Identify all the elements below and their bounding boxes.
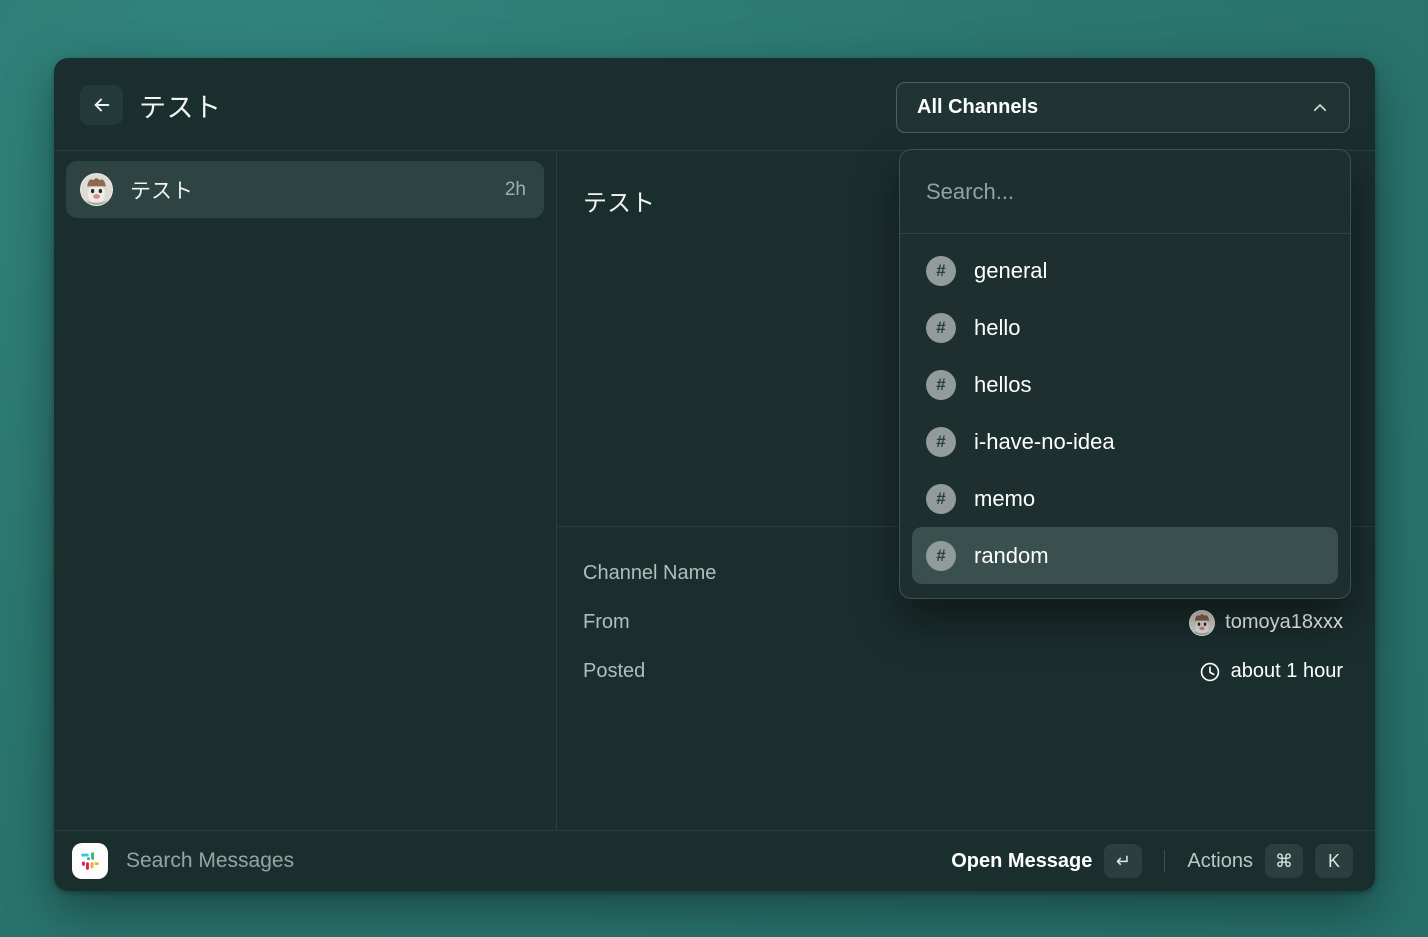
footer-hint-text: Search Messages <box>126 849 295 872</box>
metadata-value-group: tomoya18xxx <box>1189 609 1349 636</box>
channel-option-hellos[interactable]: # hellos <box>912 356 1338 413</box>
hash-icon: # <box>926 312 956 343</box>
metadata-value: about 1 hour <box>1230 660 1343 682</box>
open-message-action[interactable]: Open Message ↵ <box>951 844 1143 878</box>
slack-glyph-icon <box>81 852 99 870</box>
channel-option-random[interactable]: # random <box>912 527 1338 584</box>
k-key-badge[interactable]: K <box>1315 844 1353 878</box>
hash-icon: # <box>926 255 956 286</box>
channel-option-memo[interactable]: # memo <box>912 470 1338 527</box>
hash-icon: # <box>926 426 956 457</box>
metadata-row-from: From tomoya18xxx <box>583 598 1349 647</box>
footer-divider <box>1164 850 1166 872</box>
channel-option-label: i-have-no-idea <box>974 428 1115 454</box>
open-message-label: Open Message <box>951 849 1093 872</box>
metadata-label: From <box>583 611 630 633</box>
channel-filter-label: All Channels <box>917 96 1039 118</box>
actions-label: Actions <box>1187 849 1253 872</box>
user-avatar-icon <box>1190 610 1215 635</box>
channel-option-hello[interactable]: # hello <box>912 299 1338 356</box>
actions-action[interactable]: Actions ⌘ K <box>1187 844 1353 878</box>
metadata-label: Posted <box>583 660 646 682</box>
command-key-badge[interactable]: ⌘ <box>1265 844 1303 878</box>
avatar <box>1189 609 1216 636</box>
message-list-pane: テスト 2h <box>54 151 557 830</box>
clock-icon <box>1200 662 1219 681</box>
channel-option-label: hello <box>974 314 1021 340</box>
channel-option-label: general <box>974 257 1048 283</box>
hash-icon: # <box>926 483 956 514</box>
hash-icon: # <box>926 540 956 571</box>
channel-search-row <box>900 150 1350 234</box>
channel-search-input[interactable] <box>926 178 1324 205</box>
channel-dropdown-menu: # general # hello # hellos # i-have-no-i… <box>899 149 1351 599</box>
channel-option-label: memo <box>974 485 1036 511</box>
user-avatar-icon <box>81 174 112 205</box>
metadata-value-group: about 1 hour <box>1199 660 1349 683</box>
window-header: テスト All Channels <box>54 58 1375 151</box>
back-button[interactable] <box>80 85 123 125</box>
slack-icon <box>72 843 108 879</box>
list-item[interactable]: テスト 2h <box>66 161 544 218</box>
chevron-up-icon <box>1313 103 1327 111</box>
hash-icon: # <box>926 369 956 400</box>
channel-option-general[interactable]: # general <box>912 242 1338 299</box>
list-item-time: 2h <box>504 178 526 200</box>
enter-key-badge[interactable]: ↵ <box>1104 844 1143 878</box>
channel-option-label: hellos <box>974 371 1032 397</box>
arrow-left-icon <box>94 98 109 112</box>
metadata-row-posted: Posted about 1 hour <box>583 647 1349 696</box>
list-item-title: テスト <box>130 179 193 203</box>
channel-options-list: # general # hello # hellos # i-have-no-i… <box>900 234 1350 598</box>
page-title: テスト <box>139 92 222 123</box>
footer-bar: Search Messages Open Message ↵ Actions ⌘… <box>54 830 1375 891</box>
channel-option-i-have-no-idea[interactable]: # i-have-no-idea <box>912 413 1338 470</box>
metadata-value: tomoya18xxx <box>1225 611 1343 633</box>
avatar <box>80 173 113 206</box>
channel-filter-dropdown[interactable]: All Channels <box>896 82 1350 133</box>
channel-option-label: random <box>974 542 1049 568</box>
